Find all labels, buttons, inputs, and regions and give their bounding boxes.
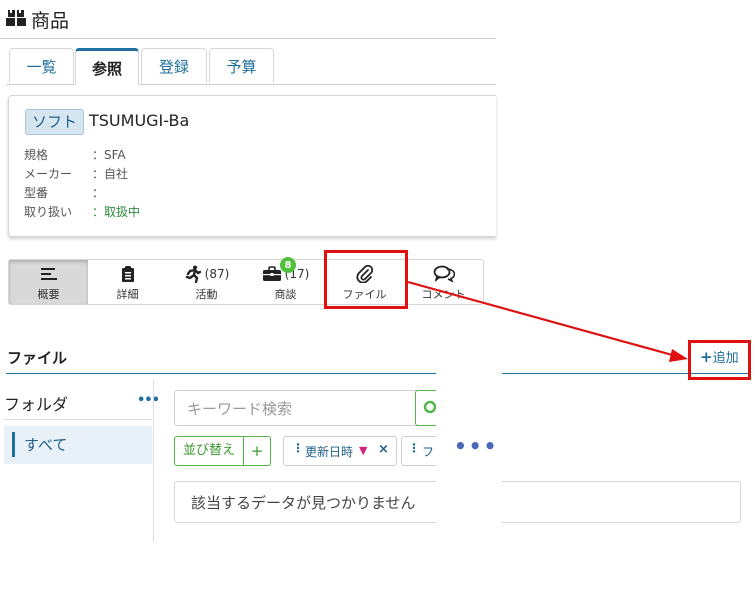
clipboard-icon bbox=[121, 265, 134, 282]
subtab-comments[interactable]: コメント bbox=[404, 260, 483, 304]
detail-subtabs: 概要 詳細 (87) 活動 8 (17) 商談 ファイル コメント bbox=[8, 257, 484, 305]
comments-icon bbox=[433, 265, 455, 283]
page-title: 商品 bbox=[31, 10, 70, 32]
drag-handle-icon[interactable]: ⋮ bbox=[292, 441, 304, 455]
folder-item-label: すべて bbox=[24, 436, 68, 454]
prop-row: 規格 ：SFA bbox=[24, 148, 126, 162]
tab-budget[interactable]: 予算 bbox=[209, 48, 274, 83]
sort-button[interactable]: 並び替え bbox=[175, 437, 243, 465]
sort-chip-2-label: フ bbox=[422, 445, 435, 459]
folder-header: フォルダ bbox=[4, 395, 69, 414]
sort-desc-icon[interactable]: ▼ bbox=[359, 444, 367, 457]
subtab-deals[interactable]: 8 (17) 商談 bbox=[246, 257, 325, 304]
tab-register[interactable]: 登録 bbox=[141, 48, 207, 83]
page-header bbox=[0, 0, 496, 39]
more-icon[interactable]: ••• bbox=[454, 434, 498, 458]
boxes-icon bbox=[6, 10, 26, 26]
subtab-detail[interactable]: 詳細 bbox=[88, 260, 167, 304]
subtab-overview[interactable]: 概要 bbox=[9, 260, 88, 304]
drag-handle-icon[interactable]: ⋮ bbox=[408, 441, 420, 455]
section-divider bbox=[6, 373, 436, 374]
empty-message: 該当するデータが見つかりません bbox=[191, 494, 416, 512]
sort-chip-label: 更新日時 bbox=[305, 445, 354, 459]
prop-row: 型番： bbox=[24, 186, 105, 200]
status-value: ：取扱中 bbox=[92, 205, 141, 219]
sort-group: 並び替え + bbox=[174, 436, 272, 466]
annotation-box-add bbox=[688, 340, 751, 380]
subtab-activity[interactable]: (87) 活動 bbox=[167, 260, 246, 304]
category-badge: ソフト bbox=[25, 109, 85, 135]
deal-count-badge: 8 bbox=[280, 257, 296, 273]
search-button[interactable] bbox=[415, 390, 437, 426]
files-section-title: ファイル bbox=[7, 349, 68, 367]
briefcase-icon bbox=[262, 265, 281, 281]
list-icon bbox=[40, 267, 57, 280]
selection-indicator bbox=[12, 432, 15, 457]
prop-row: メーカー ：自社 bbox=[24, 167, 129, 181]
folder-menu-icon[interactable]: ••• bbox=[137, 393, 160, 408]
divider bbox=[4, 419, 152, 420]
pane-divider bbox=[153, 380, 154, 542]
add-sort-button[interactable]: + bbox=[243, 437, 270, 465]
search-icon bbox=[423, 400, 437, 414]
main-tabs: 一覧 参照 登録 予算 bbox=[6, 48, 496, 85]
tab-view[interactable]: 参照 bbox=[75, 48, 139, 85]
product-name: TSUMUGI-Ba bbox=[89, 111, 190, 130]
tab-list[interactable]: 一覧 bbox=[9, 48, 74, 83]
annotation-box-files-tab bbox=[324, 250, 408, 309]
prop-row: 取り扱い ：取扱中 bbox=[24, 205, 141, 219]
product-card: ソフト TSUMUGI-Ba 規格 ：SFA メーカー ：自社 型番： 取り扱い ：取… bbox=[8, 95, 496, 237]
search-placeholder: キーワード検索 bbox=[187, 400, 293, 418]
remove-sort-icon[interactable]: × bbox=[378, 442, 389, 457]
running-icon bbox=[185, 265, 201, 283]
